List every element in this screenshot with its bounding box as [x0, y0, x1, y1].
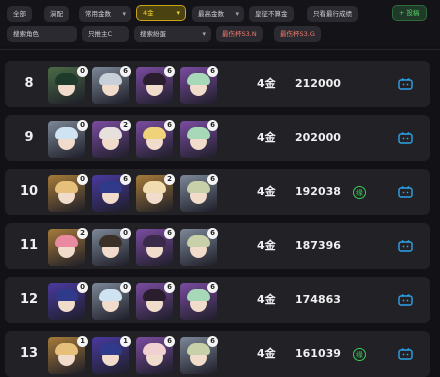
gold-cost: 4金: [257, 185, 276, 198]
constellation-badge: 1: [120, 336, 131, 347]
constellation-badge: 0: [120, 282, 131, 293]
character-hair-shape: [99, 73, 122, 85]
constellation-badge: 6: [207, 282, 218, 293]
constellation-badge: 6: [207, 336, 218, 347]
video-icon[interactable]: [398, 186, 413, 198]
video-icon[interactable]: [398, 348, 413, 360]
character-hair-shape: [187, 127, 210, 139]
constellation-badge: 0: [77, 174, 88, 185]
rank-number: 8: [24, 76, 34, 91]
constellation-badge: 2: [77, 228, 88, 239]
ranking-row[interactable]: 8 0 6 6 6 4金 212000: [5, 61, 430, 107]
ranking-row[interactable]: 9 0 2 6 6 4金 202000: [5, 115, 430, 161]
gold-cost: 4金: [257, 239, 276, 252]
constellation-badge: 6: [207, 228, 218, 239]
character-hair-shape: [143, 73, 166, 85]
rank-number: 10: [19, 184, 39, 199]
gold-count-dropdown[interactable]: 4金: [136, 5, 186, 21]
damage-score: 202000: [295, 131, 341, 144]
ranking-row[interactable]: 11 2 0 6 6 4金 187396: [5, 223, 430, 269]
character-hair-shape: [55, 73, 78, 85]
character-hair-shape: [187, 343, 210, 355]
damage-score: 161039: [295, 347, 341, 360]
cup-g-chip[interactable]: 最伤杯S3.G: [274, 26, 321, 42]
filter-lineup-chip[interactable]: 演配: [44, 6, 69, 22]
rank-number: 9: [24, 130, 34, 145]
character-hair-shape: [187, 73, 210, 85]
character-hair-shape: [55, 181, 78, 193]
constellation-badge: 6: [207, 66, 218, 77]
cup-n-chip[interactable]: 最伤杯S3.N: [216, 26, 263, 42]
constellation-badge: 0: [77, 120, 88, 131]
gold-cost: 4金: [257, 131, 276, 144]
constellation-badge: 6: [207, 174, 218, 185]
gold-cost: 4金: [257, 77, 276, 90]
rank-number: 12: [19, 292, 39, 307]
character-hair-shape: [99, 343, 122, 355]
ranking-row[interactable]: 10 0 6 2 6 4金 192038 缘: [5, 169, 430, 215]
rank-number: 11: [19, 238, 39, 253]
character-hair-shape: [55, 343, 78, 355]
best-only-chip[interactable]: 只看最行成绩: [307, 6, 358, 22]
character-hair-shape: [99, 181, 122, 193]
tag-badge: 缘: [353, 186, 366, 199]
video-icon[interactable]: [398, 240, 413, 252]
exclude-chip[interactable]: 皇征不算金: [249, 6, 294, 22]
damage-score: 192038: [295, 185, 341, 198]
character-hair-shape: [99, 235, 122, 247]
character-hair-shape: [143, 343, 166, 355]
constellation-badge: 6: [207, 120, 218, 131]
constellation-badge: 0: [77, 282, 88, 293]
video-icon[interactable]: [398, 294, 413, 306]
ranking-row[interactable]: 12 0 0 6 6 4金 174863: [5, 277, 430, 323]
constellation-badge: 2: [120, 120, 131, 131]
constellation-badge: 6: [120, 66, 131, 77]
damage-score: 187396: [295, 239, 341, 252]
character-hair-shape: [99, 127, 122, 139]
constellation-badge: 6: [164, 336, 175, 347]
character-hair-shape: [55, 235, 78, 247]
constellation-badge: 6: [164, 282, 175, 293]
search-egg-dropdown[interactable]: 搜索紛蛋: [134, 26, 211, 42]
character-hair-shape: [187, 289, 210, 301]
character-hair-shape: [99, 289, 122, 301]
constellation-badge: 6: [164, 66, 175, 77]
filter-divider: [0, 49, 440, 50]
character-hair-shape: [143, 289, 166, 301]
character-hair-shape: [55, 127, 78, 139]
rank-number: 13: [19, 346, 39, 361]
max-gold-dropdown[interactable]: 最高金数: [192, 6, 244, 22]
tag-badge: 缘: [353, 348, 366, 361]
constellation-badge: 0: [77, 66, 88, 77]
gold-cost: 4金: [257, 293, 276, 306]
video-icon[interactable]: [398, 132, 413, 144]
ranking-row[interactable]: 13 1 1 6 6 4金 161039 缘: [5, 331, 430, 377]
character-hair-shape: [55, 289, 78, 301]
character-hair-shape: [187, 235, 210, 247]
upload-button[interactable]: + 投稿: [392, 5, 427, 21]
constellation-badge: 6: [164, 120, 175, 131]
damage-score: 174863: [295, 293, 341, 306]
search-character-input[interactable]: 搜索角色: [7, 26, 77, 42]
character-hair-shape: [187, 181, 210, 193]
video-icon[interactable]: [398, 78, 413, 90]
gold-cost: 4金: [257, 347, 276, 360]
filter-bar: 全部 演配 常用金数 4金 最高金数 皇征不算金 只看最行成绩 + 投稿 搜索角…: [0, 0, 440, 50]
main-c-chip[interactable]: 只推主C: [82, 26, 129, 42]
character-hair-shape: [143, 181, 166, 193]
constellation-badge: 0: [120, 228, 131, 239]
filter-all-chip[interactable]: 全部: [7, 6, 32, 22]
constellation-badge: 6: [164, 228, 175, 239]
common-gold-dropdown[interactable]: 常用金数: [79, 6, 131, 22]
constellation-badge: 2: [164, 174, 175, 185]
character-hair-shape: [143, 235, 166, 247]
character-hair-shape: [143, 127, 166, 139]
constellation-badge: 1: [77, 336, 88, 347]
constellation-badge: 6: [120, 174, 131, 185]
damage-score: 212000: [295, 77, 341, 90]
